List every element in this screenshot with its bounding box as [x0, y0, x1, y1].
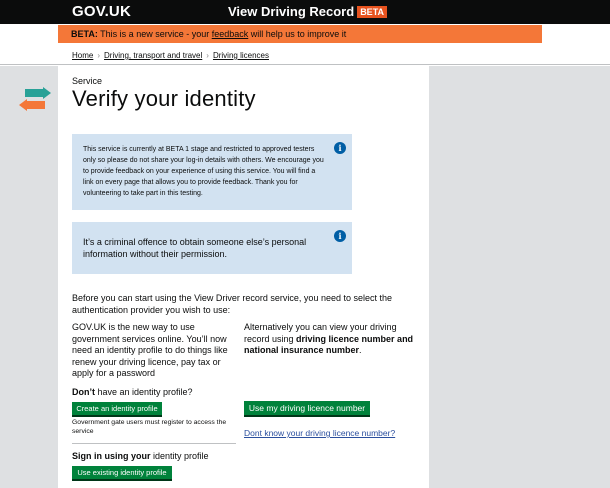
- service-name-text: View Driving Record: [228, 4, 355, 19]
- beta-text-after: will help us to improve it: [248, 29, 347, 39]
- dont-know-licence-link[interactable]: Dont know your driving licence number?: [244, 428, 395, 438]
- breadcrumb-driving-transport[interactable]: Driving, transport and travel: [104, 51, 202, 60]
- govuk-logo[interactable]: GOV.UK: [72, 3, 131, 20]
- question-bold: Don’t: [72, 387, 95, 397]
- page-eyebrow: Service: [72, 76, 103, 86]
- alternative-description: Alternatively you can view your driving …: [244, 322, 414, 357]
- right-gutter: [429, 66, 610, 488]
- beta-text-before: This is a new service - your: [97, 29, 212, 39]
- signin-rest: identity profile: [150, 451, 209, 461]
- question-rest: have an identity profile?: [95, 387, 193, 397]
- alt-text-after: .: [359, 345, 362, 355]
- feedback-link[interactable]: feedback: [212, 29, 249, 39]
- divider: [0, 64, 610, 65]
- warning-info-box: It’s a criminal offence to obtain someon…: [72, 222, 352, 274]
- breadcrumb-driving-licences[interactable]: Driving licences: [213, 51, 269, 60]
- breadcrumb-separator: ›: [206, 51, 209, 60]
- intro-text: Before you can start using the View Driv…: [72, 293, 392, 315]
- global-header: GOV.UK View Driving Record BETA: [0, 0, 610, 24]
- beta-label: BETA:: [71, 29, 98, 39]
- page-title: Verify your identity: [72, 86, 256, 111]
- breadcrumb-separator: ›: [97, 51, 101, 60]
- info-icon: i: [334, 230, 346, 242]
- swap-arrows-icon: [19, 87, 51, 111]
- beta-info-box: This service is currently at BETA 1 stag…: [72, 134, 352, 210]
- breadcrumb-home[interactable]: Home: [72, 51, 93, 60]
- no-profile-question: Don’t have an identity profile?: [72, 387, 193, 397]
- use-licence-number-button[interactable]: Use my driving licence number: [244, 401, 370, 417]
- breadcrumb: Home › Driving, transport and travel › Drivi…: [72, 51, 269, 60]
- signin-bold: Sign in using your: [72, 451, 151, 461]
- warning-info-text: It’s a criminal offence to obtain someon…: [83, 237, 307, 259]
- left-gutter: [0, 66, 58, 488]
- government-gateway-note: Government gate users must register to a…: [72, 419, 227, 435]
- signin-heading: Sign in using your identity profile: [72, 451, 209, 461]
- info-icon: i: [334, 142, 346, 154]
- section-divider: [72, 443, 236, 444]
- beta-badge: BETA: [357, 6, 388, 18]
- beta-info-text: This service is currently at BETA 1 stag…: [83, 146, 324, 197]
- service-name[interactable]: View Driving Record BETA: [228, 4, 388, 19]
- create-identity-profile-button[interactable]: Create an identity profile: [72, 402, 162, 417]
- beta-banner: BETA: This is a new service - your feedb…: [58, 25, 542, 43]
- use-existing-profile-button[interactable]: Use existing identity profile: [72, 466, 172, 481]
- govuk-description: GOV.UK is the new way to use government …: [72, 322, 228, 378]
